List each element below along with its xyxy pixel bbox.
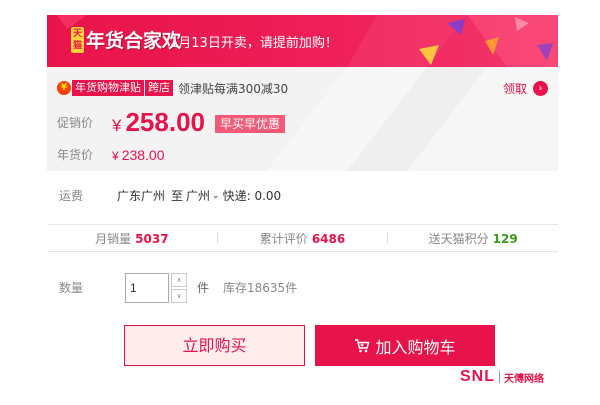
destination-select[interactable]: 广州 ⌄ (186, 187, 220, 204)
allowance-icon: ¥ (57, 81, 71, 95)
watermark-brand: SNL (460, 368, 495, 385)
tmall-points-label: 送天猫积分 (428, 231, 489, 246)
sale-price: ¥ 258.00 (112, 107, 205, 138)
total-reviews-value: 6486 (311, 231, 346, 246)
shopping-allowance-row: ¥ 年货购物津贴 跨店 领津贴每满300减30 (57, 79, 288, 97)
product-stats-bar: 月销量 5037 累计评价 6486 送天猫积分 129 (47, 224, 558, 252)
quantity-input[interactable] (125, 272, 169, 303)
divider (499, 371, 500, 383)
shipping-row: 运费 广东广州 至 广州 ⌄ 快递: 0.00 (47, 187, 558, 204)
sale-start-notice: 1月13日开卖，请提前加购！ (170, 36, 338, 51)
add-to-cart-button[interactable]: 加入购物车 (315, 325, 495, 366)
decrease-quantity-button[interactable]: ∨ (171, 288, 187, 303)
festival-price-row: 年货价 ¥238.00 (57, 146, 165, 163)
chevron-right-icon: › (533, 81, 548, 96)
sale-price-label: 促销价 (57, 116, 94, 130)
tmall-points: 送天猫积分 129 (388, 230, 558, 247)
sale-price-row: 促销价 ¥ 258.00 早买早优惠 (57, 107, 286, 138)
buy-now-button[interactable]: 立即购买 (124, 325, 305, 366)
ship-from: 广东广州 (117, 189, 166, 203)
stock-count: 库存18635件 (223, 281, 298, 295)
quantity-stepper: ∧ ∨ (171, 272, 187, 303)
increase-quantity-button[interactable]: ∧ (171, 272, 187, 287)
allowance-description: 领津贴每满300减30 (178, 81, 289, 96)
monthly-sales: 月销量 5037 (47, 230, 217, 247)
festival-price-label: 年货价 (57, 148, 94, 162)
total-reviews[interactable]: 累计评价 6486 (218, 230, 388, 247)
allowance-badge: 年货购物津贴 (72, 80, 144, 96)
monthly-sales-value: 5037 (135, 231, 169, 246)
currency-symbol: ¥ (112, 116, 122, 135)
tmall-points-value: 129 (492, 231, 518, 246)
chevron-down-icon: ⌄ (212, 190, 220, 201)
quantity-unit: 件 (197, 281, 210, 295)
cross-store-badge: 跨店 (145, 80, 173, 96)
festival-logo-text: 年货合家欢 (86, 30, 182, 52)
early-bird-tag: 早买早优惠 (215, 114, 286, 133)
festival-logo: 天猫 年货合家欢 (71, 26, 181, 53)
claim-label: 领取 (502, 82, 527, 96)
sale-price-value: 258.00 (125, 107, 205, 137)
festival-price-value: 238.00 (121, 146, 165, 163)
quantity-label: 数量 (59, 281, 84, 295)
monthly-sales-label: 月销量 (95, 231, 132, 246)
quantity-row: 数量 ∧ ∨ 件 库存18635件 (47, 271, 558, 304)
tmall-badge: 天猫 (71, 26, 84, 53)
ship-to-word: 至 (171, 189, 184, 203)
shopping-cart-icon (354, 338, 371, 353)
watermark-logo: SNL 天傅网络 (460, 368, 544, 386)
price-panel: ¥ 年货购物津贴 跨店 领津贴每满300减30 领取 › 促销价 ¥ 258.0… (47, 67, 558, 171)
destination-value: 广州 (186, 189, 211, 203)
add-to-cart-label: 加入购物车 (375, 337, 456, 357)
shipping-fee: 快递: 0.00 (222, 189, 282, 203)
claim-allowance-link[interactable]: 领取 › (503, 80, 548, 97)
currency-symbol: ¥ (112, 148, 119, 163)
festival-price: ¥238.00 (112, 147, 165, 163)
festival-banner: 天猫 年货合家欢 1月13日开卖，请提前加购！ (47, 15, 558, 67)
shipping-label: 运费 (59, 189, 84, 203)
watermark-brand-cn: 天傅网络 (504, 373, 544, 385)
total-reviews-label: 累计评价 (259, 231, 308, 246)
